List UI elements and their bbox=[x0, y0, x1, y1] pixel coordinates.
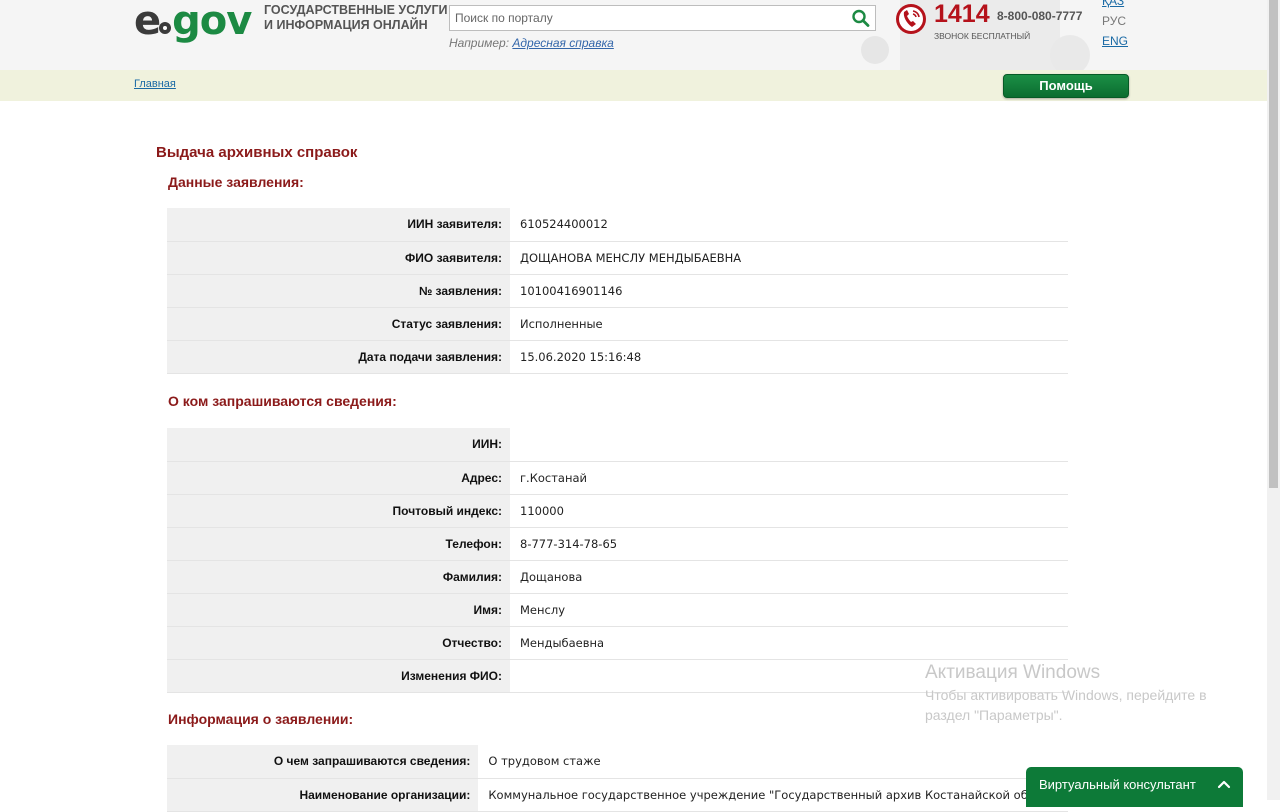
table-row: Телефон: 8-777-314-78-65 bbox=[167, 527, 1068, 561]
table-row: О чем запрашиваются сведения: О трудовом… bbox=[167, 745, 1068, 779]
search-hint: Например: Адресная справка bbox=[449, 36, 614, 50]
row-label: Фамилия: bbox=[167, 560, 510, 594]
table-row: Дата подачи заявления: 15.06.2020 15:16:… bbox=[167, 340, 1068, 374]
row-label: Отчество: bbox=[167, 626, 510, 660]
section-title-subject-info: О ком запрашиваются сведения: bbox=[168, 393, 397, 409]
row-label: ИИН: bbox=[167, 428, 510, 462]
phone-long-number: 8-800-080-7777 bbox=[997, 9, 1083, 23]
table-row: Наименование организации: Коммунальное г… bbox=[167, 778, 1068, 812]
search-hint-prefix: Например: bbox=[449, 36, 513, 50]
table-row: Фамилия: Дощанова bbox=[167, 560, 1068, 594]
row-value: Коммунальное государственное учреждение … bbox=[478, 778, 1068, 812]
table-row: Отчество: Мендыбаевна bbox=[167, 626, 1068, 660]
help-button[interactable]: Помощь bbox=[1003, 74, 1129, 98]
row-label: Дата подачи заявления: bbox=[167, 340, 510, 374]
lang-rus-current: РУС bbox=[1102, 14, 1127, 28]
scrollbar-thumb[interactable] bbox=[1269, 0, 1278, 488]
page-title: Выдача архивных справок bbox=[156, 144, 358, 161]
row-label: ИИН заявителя: bbox=[167, 208, 510, 242]
table-row: ИИН: bbox=[167, 428, 1068, 462]
site-header: e gov ГОСУДАРСТВЕННЫЕ УСЛУГИ И ИНФОРМАЦИ… bbox=[0, 0, 1267, 70]
chevron-up-icon bbox=[1217, 780, 1231, 789]
subject-info-table: ИИН: Адрес: г.Костанай Почтовый индекс: … bbox=[167, 428, 1068, 693]
row-label: Наименование организации: bbox=[167, 778, 479, 812]
breadcrumb-bar: Главная Помощь bbox=[0, 70, 1267, 101]
row-value: 8-777-314-78-65 bbox=[510, 527, 1068, 561]
search-box bbox=[449, 5, 876, 31]
site-tagline: ГОСУДАРСТВЕННЫЕ УСЛУГИ И ИНФОРМАЦИЯ ОНЛА… bbox=[264, 3, 448, 33]
row-label: О чем запрашиваются сведения: bbox=[167, 745, 479, 779]
table-row: Имя: Менслу bbox=[167, 593, 1068, 627]
windows-activation-line-2: раздел "Параметры". bbox=[925, 707, 1063, 723]
windows-activation-line-1: Чтобы активировать Windows, перейдите в bbox=[925, 687, 1207, 703]
row-value: О трудовом стаже bbox=[478, 745, 1068, 779]
row-value bbox=[510, 428, 1068, 462]
lang-kaz-link[interactable]: ҚАЗ bbox=[1102, 0, 1124, 8]
lang-eng-link[interactable]: ENG bbox=[1102, 34, 1128, 48]
table-row: Адрес: г.Костанай bbox=[167, 461, 1068, 495]
row-label: Статус заявления: bbox=[167, 307, 510, 341]
row-value: 110000 bbox=[510, 494, 1068, 528]
phone-icon bbox=[896, 4, 926, 34]
tagline-line-2: И ИНФОРМАЦИЯ ОНЛАЙН bbox=[264, 18, 428, 32]
row-value: 15.06.2020 15:16:48 bbox=[510, 340, 1068, 374]
section-title-request-info: Информация о заявлении: bbox=[168, 711, 354, 727]
windows-activation-watermark: Активация Windows Чтобы активировать Win… bbox=[925, 661, 1207, 725]
row-value: Менслу bbox=[510, 593, 1068, 627]
application-data-table: ИИН заявителя: 610524400012 ФИО заявител… bbox=[167, 208, 1068, 374]
table-row: ФИО заявителя: ДОЩАНОВА МЕНСЛУ МЕНДЫБАЕВ… bbox=[167, 241, 1068, 275]
table-row: Статус заявления: Исполненные bbox=[167, 307, 1068, 341]
table-row: Почтовый индекс: 110000 bbox=[167, 494, 1068, 528]
table-row: № заявления: 10100416901146 bbox=[167, 274, 1068, 308]
row-value: 10100416901146 bbox=[510, 274, 1068, 308]
page-scrollbar[interactable] bbox=[1267, 0, 1280, 800]
row-label: Почтовый индекс: bbox=[167, 494, 510, 528]
row-label: № заявления: bbox=[167, 274, 510, 308]
logo-text-e: e bbox=[134, 0, 161, 44]
phone-short-number: 1414 bbox=[934, 0, 990, 28]
row-label: Имя: bbox=[167, 593, 510, 627]
breadcrumb-home-link[interactable]: Главная bbox=[134, 78, 176, 90]
row-value: 610524400012 bbox=[510, 208, 1068, 242]
row-value: г.Костанай bbox=[510, 461, 1068, 495]
section-title-application-data: Данные заявления: bbox=[168, 174, 304, 190]
virtual-consultant-button[interactable]: Виртуальный консультант bbox=[1026, 767, 1243, 807]
request-info-table: О чем запрашиваются сведения: О трудовом… bbox=[167, 745, 1068, 812]
windows-activation-title: Активация Windows bbox=[925, 662, 1101, 683]
row-label: Телефон: bbox=[167, 527, 510, 561]
phone-free-label: ЗВОНОК БЕСПЛАТНЫЙ bbox=[934, 31, 1031, 41]
row-label: Адрес: bbox=[167, 461, 510, 495]
row-value: Исполненные bbox=[510, 307, 1068, 341]
logo-dot-icon bbox=[159, 22, 172, 34]
row-value: Мендыбаевна bbox=[510, 626, 1068, 660]
search-input[interactable] bbox=[450, 6, 845, 30]
tagline-line-1: ГОСУДАРСТВЕННЫЕ УСЛУГИ bbox=[264, 3, 448, 17]
search-hint-link[interactable]: Адресная справка bbox=[512, 36, 613, 50]
virtual-consultant-label: Виртуальный консультант bbox=[1039, 777, 1196, 792]
row-label: Изменения ФИО: bbox=[167, 659, 510, 693]
egov-logo[interactable]: e gov bbox=[134, 0, 252, 44]
row-label: ФИО заявителя: bbox=[167, 241, 510, 275]
search-icon[interactable] bbox=[851, 9, 871, 27]
logo-text-gov: gov bbox=[172, 0, 252, 44]
row-value: Дощанова bbox=[510, 560, 1068, 594]
table-row: ИИН заявителя: 610524400012 bbox=[167, 208, 1068, 242]
row-value: ДОЩАНОВА МЕНСЛУ МЕНДЫБАЕВНА bbox=[510, 241, 1068, 275]
